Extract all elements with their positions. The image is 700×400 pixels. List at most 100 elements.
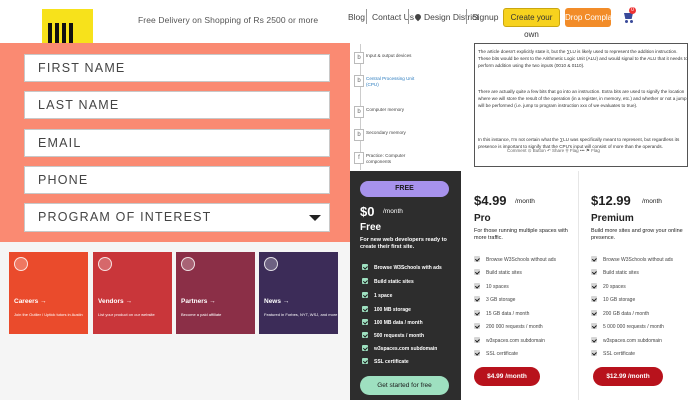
phone-input[interactable] (38, 167, 329, 193)
card-title: Careers → (14, 298, 47, 305)
card-description: Featured in Forbes, NYT, WSJ, and more (264, 312, 338, 317)
site-logo[interactable] (42, 9, 93, 43)
plan-feature: Browse W3Schools with ads (362, 264, 442, 271)
last-name-field[interactable] (24, 91, 330, 119)
check-icon (474, 283, 480, 289)
check-icon (474, 350, 480, 356)
plan-feature-label: Build static sites (603, 270, 639, 276)
chevron-down-icon (309, 215, 321, 221)
lesson-type-icon: b (354, 106, 364, 118)
card-description: List your product on our website (98, 312, 155, 317)
lesson-item-active[interactable]: b Central Processing Unit (CPU) (354, 75, 416, 95)
plan-description: For new web developers ready to create t… (360, 237, 447, 250)
plan-feature-label: 100 MB data / month (374, 320, 423, 326)
first-name-input[interactable] (38, 55, 329, 81)
check-icon (474, 269, 480, 275)
check-icon (591, 323, 597, 329)
comment-actions-bar[interactable]: Comment ⊙ Button ↶ Share ⚲ Flag ••• ⚑ Fl… (507, 148, 600, 154)
check-icon (362, 345, 368, 351)
plan-feature: SSL certificate (474, 350, 518, 357)
plan-card-free: FREE $0 /month Free For new web develope… (350, 171, 461, 400)
plan-card-premium: $12.99 /month Premium Build more sites a… (578, 171, 700, 400)
plan-card-pro: $4.99 /month Pro For those running multi… (462, 171, 577, 400)
check-icon (362, 306, 368, 312)
pro-subscribe-button[interactable]: $4.99 /month (474, 367, 540, 386)
create-your-own-button[interactable]: Create your own (503, 8, 560, 39)
first-name-field[interactable] (24, 54, 330, 82)
plan-feature: 10 spaces (474, 283, 509, 290)
phone-field[interactable] (24, 166, 330, 194)
nav-divider (366, 9, 367, 24)
lesson-item[interactable]: b Computer memory (354, 106, 416, 126)
card-vendors[interactable]: Vendors → List your product on our websi… (93, 252, 172, 334)
lesson-type-icon: b (354, 75, 364, 87)
plan-feature: 100 MB storage (362, 306, 411, 313)
get-started-free-button[interactable]: Get started for free (360, 376, 449, 395)
lesson-item[interactable]: b Input & output devices (354, 52, 416, 72)
check-icon (474, 323, 480, 329)
plan-feature: 1 space (362, 292, 392, 299)
lesson-label: Input & output devices (366, 53, 412, 58)
logo-bars-icon (48, 23, 73, 43)
plan-feature: Browse W3Schools without ads (591, 256, 673, 263)
plan-price: $0 (360, 204, 375, 219)
check-icon (591, 337, 597, 343)
card-title: Vendors → (98, 298, 132, 305)
nav-link-design-district[interactable]: Design District (413, 12, 479, 22)
card-news[interactable]: News → Featured in Forbes, NYT, WSJ, and… (259, 252, 338, 334)
card-partners[interactable]: Partners → Become a paid affiliate (176, 252, 255, 334)
careers-icon (14, 257, 28, 271)
plan-feature-label: 3 GB storage (486, 297, 516, 303)
plan-feature-label: Build static sites (374, 279, 414, 285)
nav-link-blog[interactable]: Blog (348, 12, 365, 22)
lesson-label: Central Processing Unit (CPU) (366, 76, 415, 87)
drop-complaint-button[interactable]: Drop Complaint (565, 8, 621, 27)
plan-feature: 200 GB data / month (591, 310, 649, 317)
plan-feature-label: SSL certificate (486, 351, 519, 357)
check-icon (362, 292, 368, 298)
check-icon (362, 264, 368, 270)
lesson-label: Secondary memory (366, 130, 406, 135)
plan-name: Pro (474, 213, 491, 224)
check-icon (474, 337, 480, 343)
plan-feature-label: Browse W3Schools without ads (603, 257, 674, 263)
plan-feature: w3spaces.com subdomain (362, 345, 437, 352)
lesson-type-icon: b (354, 129, 364, 141)
email-field[interactable] (24, 129, 330, 157)
check-icon (362, 278, 368, 284)
plan-period: /month (642, 198, 662, 205)
lesson-type-icon: b (354, 52, 364, 64)
nav-link-signup[interactable]: Signup (472, 12, 498, 22)
plan-feature: Build static sites (474, 269, 522, 276)
partners-icon (181, 257, 195, 271)
plan-feature: Build static sites (591, 269, 639, 276)
plan-price: $12.99 (591, 193, 631, 208)
check-icon (362, 319, 368, 325)
premium-subscribe-button[interactable]: $12.99 /month (593, 367, 663, 386)
delivery-banner: Free Delivery on Shopping of Rs 2500 or … (138, 15, 319, 25)
plan-feature: SSL certificate (362, 358, 409, 365)
plan-feature-label: 1 space (374, 293, 393, 299)
plan-feature-label: 200 GB data / month (603, 311, 650, 317)
card-title: Partners → (181, 298, 216, 305)
lesson-item[interactable]: b Secondary memory (354, 129, 416, 149)
plan-feature: SSL certificate (591, 350, 635, 357)
top-navigation: Free Delivery on Shopping of Rs 2500 or … (0, 0, 700, 43)
lesson-list: b Input & output devices b Central Proce… (352, 44, 414, 170)
free-badge: FREE (360, 181, 449, 197)
program-of-interest-select[interactable]: PROGRAM OF INTEREST (24, 203, 330, 232)
card-description: Join the Outlier / Uptick tutors in Aust… (14, 312, 83, 317)
cart-count-badge: 0 (629, 7, 636, 14)
lesson-item[interactable]: f Practice: Computer components (354, 152, 416, 172)
email-input[interactable] (38, 130, 329, 156)
check-icon (591, 269, 597, 275)
last-name-input[interactable] (38, 92, 329, 118)
plan-feature-label: Browse W3Schools with ads (374, 265, 442, 271)
plan-feature-label: w3spaces.com subdomain (374, 346, 438, 352)
plan-feature-label: 15 GB data / month (486, 311, 530, 317)
plan-feature-label: 500 requests / month (374, 333, 425, 339)
check-icon (591, 350, 597, 356)
plan-feature: 3 GB storage (474, 296, 515, 303)
plan-feature-label: w3spaces.com subdomain (603, 338, 662, 344)
card-careers[interactable]: Careers → Join the Outlier / Uptick tuto… (9, 252, 88, 334)
